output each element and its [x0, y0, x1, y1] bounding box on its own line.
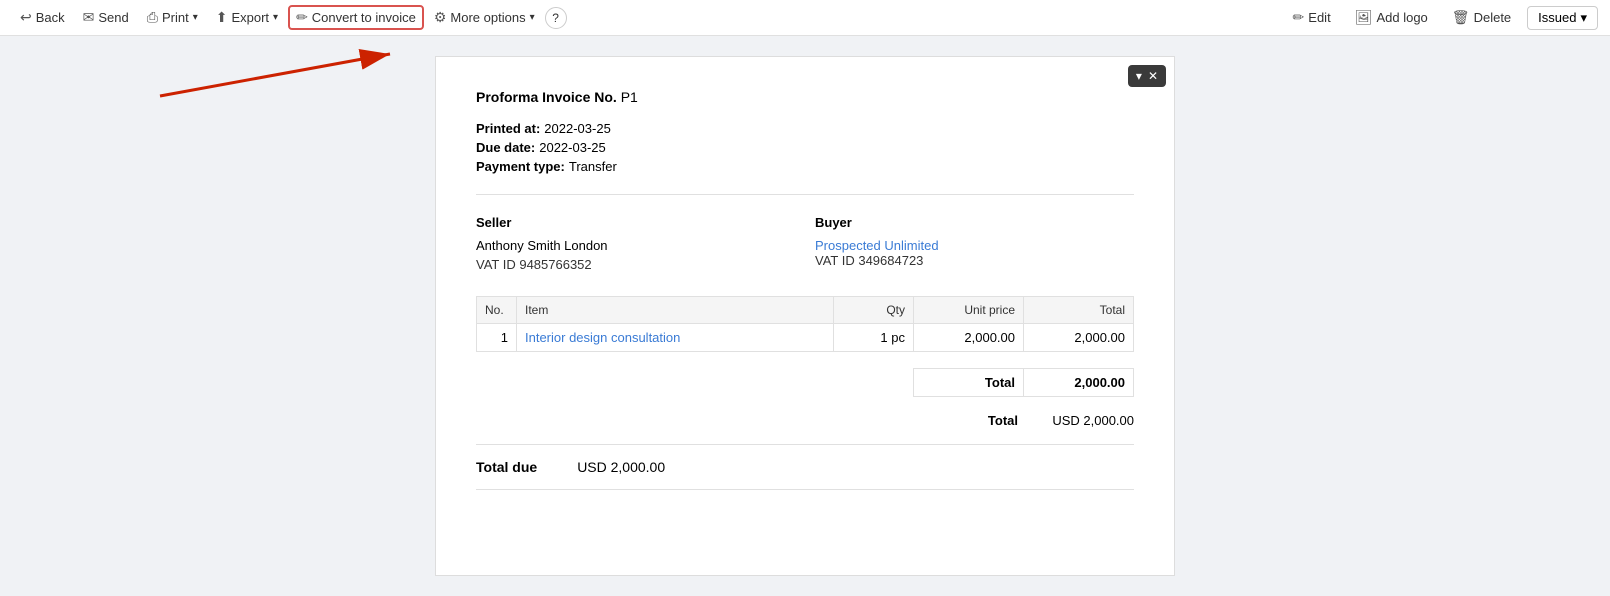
export-label: Export — [231, 10, 269, 25]
delete-label: Delete — [1474, 10, 1512, 25]
invoice-meta: Printed at: 2022-03-25 Due date: 2022-03… — [476, 121, 1134, 174]
seller-title: Seller — [476, 215, 795, 230]
print-chevron: ▾ — [193, 12, 198, 23]
parties-section: Seller Anthony Smith London VAT ID 94857… — [476, 215, 1134, 272]
total-section: Total USD 2,000.00 — [476, 413, 1134, 428]
row-qty: 1 pc — [834, 324, 914, 352]
delete-button[interactable]: 🗑 Delete — [1444, 5, 1519, 30]
buyer-name-link[interactable]: Prospected Unlimited — [815, 238, 939, 253]
item-link[interactable]: Interior design consultation — [525, 330, 680, 345]
subtotal-row: Total 2,000.00 — [476, 369, 1134, 397]
help-label: ? — [552, 11, 559, 25]
print-button[interactable]: ⎙ Print ▾ — [139, 5, 206, 30]
edit-button[interactable]: ✏ Edit — [1285, 5, 1339, 30]
back-icon: ↩ — [20, 9, 32, 26]
total-row: Total USD 2,000.00 — [476, 413, 1134, 428]
print-icon: ⎙ — [147, 9, 158, 26]
more-options-label: More options — [450, 10, 525, 25]
add-logo-button[interactable]: 🖼 Add logo — [1347, 5, 1436, 30]
printed-at-value: 2022-03-25 — [544, 121, 611, 136]
col-unit-price-header: Unit price — [914, 297, 1024, 324]
total-due-value: USD 2,000.00 — [577, 459, 665, 475]
close-icon: ✕ — [1148, 69, 1158, 83]
export-chevron: ▾ — [273, 12, 278, 23]
items-table: No. Item Qty Unit price Total 1 Interior… — [476, 296, 1134, 352]
toolbar-left: ↩ Back ✉ Send ⎙ Print ▾ ⬆ Export ▾ ✏ Con… — [12, 5, 1281, 30]
payment-type-value: Transfer — [569, 159, 617, 174]
row-unit-price: 2,000.00 — [914, 324, 1024, 352]
toolbar: ↩ Back ✉ Send ⎙ Print ▾ ⬆ Export ▾ ✏ Con… — [0, 0, 1610, 36]
row-no: 1 — [477, 324, 517, 352]
trash-icon: 🗑 — [1452, 9, 1470, 26]
status-dropdown[interactable]: Issued ▾ — [1527, 6, 1598, 30]
printed-at-row: Printed at: 2022-03-25 — [476, 121, 1134, 136]
col-qty-header: Qty — [834, 297, 914, 324]
seller-section: Seller Anthony Smith London VAT ID 94857… — [476, 215, 795, 272]
toolbar-right: ✏ Edit 🖼 Add logo 🗑 Delete Issued ▾ — [1285, 5, 1598, 30]
buyer-vat: VAT ID 349684723 — [815, 253, 1134, 268]
main-area: ▾ ✕ Proforma Invoice No. P1 Printed at: … — [0, 36, 1610, 596]
send-icon: ✉ — [83, 9, 95, 26]
due-date-row: Due date: 2022-03-25 — [476, 140, 1134, 155]
due-date-value: 2022-03-25 — [539, 140, 606, 155]
send-button[interactable]: ✉ Send — [75, 5, 137, 30]
subtotal-value: 2,000.00 — [1024, 369, 1134, 397]
status-chevron: ▾ — [1580, 10, 1587, 26]
convert-to-invoice-button[interactable]: ✏ Convert to invoice — [288, 5, 424, 30]
subtotal-table: Total 2,000.00 — [476, 368, 1134, 397]
back-button[interactable]: ↩ Back — [12, 5, 73, 30]
payment-type-label: Payment type: — [476, 159, 565, 174]
printed-at-label: Printed at: — [476, 121, 540, 136]
invoice-header: Proforma Invoice No. P1 Printed at: 2022… — [476, 89, 1134, 174]
divider-1 — [476, 194, 1134, 195]
table-header-row: No. Item Qty Unit price Total — [477, 297, 1134, 324]
due-date-label: Due date: — [476, 140, 535, 155]
edit-icon: ✏ — [1293, 9, 1305, 26]
invoice-number-label: Proforma Invoice No. — [476, 89, 617, 105]
more-options-button[interactable]: ⚙ More options ▾ — [426, 5, 543, 30]
status-label: Issued — [1538, 10, 1576, 25]
total-value: USD 2,000.00 — [1034, 413, 1134, 428]
convert-icon: ✏ — [296, 9, 308, 26]
col-no-header: No. — [477, 297, 517, 324]
export-button[interactable]: ⬆ Export ▾ — [208, 5, 286, 30]
arrow-annotation — [100, 46, 420, 101]
table-row: 1 Interior design consultation 1 pc 2,00… — [477, 324, 1134, 352]
row-item: Interior design consultation — [517, 324, 834, 352]
image-icon: 🖼 — [1355, 9, 1373, 26]
buyer-section: Buyer Prospected Unlimited VAT ID 349684… — [815, 215, 1134, 272]
back-label: Back — [36, 10, 65, 25]
seller-vat: VAT ID 9485766352 — [476, 257, 795, 272]
more-options-chevron: ▾ — [530, 12, 535, 23]
subtotal-label: Total — [914, 369, 1024, 397]
col-item-header: Item — [517, 297, 834, 324]
dropdown-chevron: ▾ — [1136, 69, 1142, 83]
convert-label: Convert to invoice — [312, 10, 416, 25]
invoice-number: Proforma Invoice No. P1 — [476, 89, 1134, 105]
invoice-number-value: P1 — [621, 89, 638, 105]
help-button[interactable]: ? — [545, 7, 567, 29]
print-label: Print — [162, 10, 189, 25]
total-label: Total — [988, 413, 1018, 428]
gear-icon: ⚙ — [434, 9, 447, 26]
total-due-label: Total due — [476, 459, 537, 475]
dropdown-panel[interactable]: ▾ ✕ — [1128, 65, 1166, 87]
invoice-document: ▾ ✕ Proforma Invoice No. P1 Printed at: … — [435, 56, 1175, 576]
add-logo-label: Add logo — [1376, 10, 1427, 25]
edit-label: Edit — [1308, 10, 1330, 25]
col-total-header: Total — [1024, 297, 1134, 324]
total-due-section: Total due USD 2,000.00 — [476, 444, 1134, 490]
send-label: Send — [98, 10, 128, 25]
export-icon: ⬆ — [216, 9, 228, 26]
seller-name: Anthony Smith London — [476, 238, 795, 253]
row-total: 2,000.00 — [1024, 324, 1134, 352]
buyer-title: Buyer — [815, 215, 1134, 230]
payment-type-row: Payment type: Transfer — [476, 159, 1134, 174]
